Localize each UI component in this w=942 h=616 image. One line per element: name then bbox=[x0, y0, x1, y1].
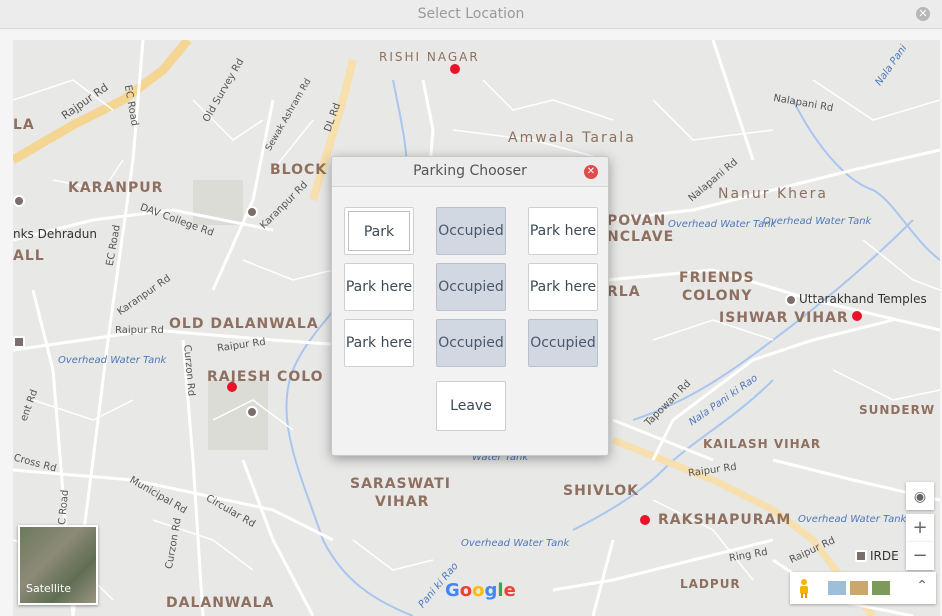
area-label: Amwala Tarala bbox=[508, 130, 636, 146]
area-label: KAILASH VIHAR bbox=[703, 437, 822, 451]
location-pin[interactable] bbox=[450, 64, 460, 74]
area-label: ISHWAR VIHAR bbox=[719, 310, 849, 326]
area-label: RISHI NAGAR bbox=[379, 50, 480, 64]
imagery-thumbnail[interactable] bbox=[850, 581, 868, 595]
area-label: FRIENDS bbox=[679, 270, 755, 286]
building-icon[interactable] bbox=[855, 550, 867, 562]
poi-label: Uttarakhand Temples bbox=[799, 292, 927, 306]
slot-button[interactable]: Occupied bbox=[436, 319, 506, 367]
area-label: POVAN bbox=[607, 213, 667, 229]
poi-label: nks Dehradun bbox=[13, 227, 97, 241]
imagery-thumbnail[interactable] bbox=[828, 581, 846, 595]
area-label: ALL bbox=[13, 248, 45, 264]
bank-icon[interactable] bbox=[13, 195, 25, 207]
slot-label: Park here bbox=[348, 211, 410, 280]
area-label: Nanur Khera bbox=[718, 186, 829, 202]
leave-button[interactable]: Leave bbox=[436, 381, 506, 431]
school-icon[interactable] bbox=[246, 206, 258, 218]
area-label: COLONY bbox=[682, 288, 753, 304]
collapse-icon[interactable]: ⌃ bbox=[916, 578, 928, 594]
slot-button[interactable]: Park here bbox=[344, 263, 414, 311]
street-view-bar[interactable]: ⌃ bbox=[790, 572, 936, 604]
zoom-in-button[interactable]: + bbox=[906, 514, 934, 542]
water-tank-label: Overhead Water Tank bbox=[58, 355, 167, 366]
area-label: OLD DALANWALA bbox=[169, 316, 319, 332]
area-label: RAJESH COLO bbox=[207, 369, 324, 385]
area-label: DALANWALA bbox=[166, 595, 275, 611]
area-label: RLA bbox=[607, 284, 641, 300]
plus-icon: + bbox=[912, 517, 928, 538]
area-label: RAKSHAPURAM bbox=[658, 512, 792, 528]
area-label: LADPUR bbox=[680, 577, 741, 591]
building-icon[interactable] bbox=[13, 336, 25, 348]
slot-button[interactable]: Park here bbox=[344, 207, 414, 280]
water-tank-label: Overhead Water Tank bbox=[798, 514, 907, 525]
pegman-icon[interactable] bbox=[798, 578, 810, 598]
minus-icon: − bbox=[912, 545, 928, 566]
area-label: BLOCK bbox=[270, 162, 328, 178]
google-logo: Google bbox=[445, 580, 516, 601]
area-label: NCLAVE bbox=[607, 229, 675, 245]
poi-label: IRDE bbox=[870, 549, 899, 563]
slot-button[interactable]: Occupied bbox=[436, 207, 506, 255]
zoom-out-button[interactable]: − bbox=[906, 542, 934, 570]
area-label: KARANPUR bbox=[68, 180, 164, 196]
water-tank-label: Overhead Water Tank bbox=[461, 538, 570, 549]
location-pin[interactable] bbox=[227, 382, 237, 392]
school-icon[interactable] bbox=[246, 406, 258, 418]
slot-button[interactable]: Park here bbox=[344, 319, 414, 367]
slot-button[interactable]: Occupied bbox=[528, 319, 598, 367]
slot-button[interactable]: Occupied bbox=[436, 263, 506, 311]
area-label: VIHAR bbox=[375, 494, 430, 510]
dialog-titlebar: Parking Chooser bbox=[332, 157, 608, 187]
crosshair-icon: ◉ bbox=[913, 489, 927, 505]
area-label: LA bbox=[13, 117, 35, 133]
road-label: Raipur Rd bbox=[115, 325, 164, 336]
area-label: SUNDERW bbox=[859, 403, 936, 417]
satellite-toggle[interactable]: Satellite bbox=[18, 525, 98, 605]
slot-button[interactable]: Park here bbox=[528, 263, 598, 311]
close-icon[interactable]: ✕ bbox=[916, 7, 930, 21]
area-label: SHIVLOK bbox=[563, 483, 640, 499]
satellite-label: Satellite bbox=[26, 582, 72, 595]
location-pin[interactable] bbox=[640, 515, 650, 525]
slot-button[interactable]: Park here bbox=[528, 207, 598, 255]
imagery-thumbnail[interactable] bbox=[872, 581, 890, 595]
window-title: Select Location bbox=[417, 6, 525, 22]
dialog-title: Parking Chooser bbox=[413, 163, 527, 179]
close-icon[interactable]: ✕ bbox=[584, 165, 598, 179]
location-pin[interactable] bbox=[852, 311, 862, 321]
parking-chooser-dialog: Parking Chooser ✕ Park here Occupied Par… bbox=[331, 156, 609, 456]
water-tank-label: Overhead Water Tank bbox=[668, 219, 777, 230]
water-tank-label: Overhead Water Tank bbox=[763, 216, 872, 227]
window-titlebar: Select Location ✕ bbox=[0, 0, 942, 29]
area-label: SARASWATI bbox=[350, 476, 451, 492]
temple-icon[interactable] bbox=[785, 294, 797, 306]
my-location-button[interactable]: ◉ bbox=[906, 482, 934, 510]
